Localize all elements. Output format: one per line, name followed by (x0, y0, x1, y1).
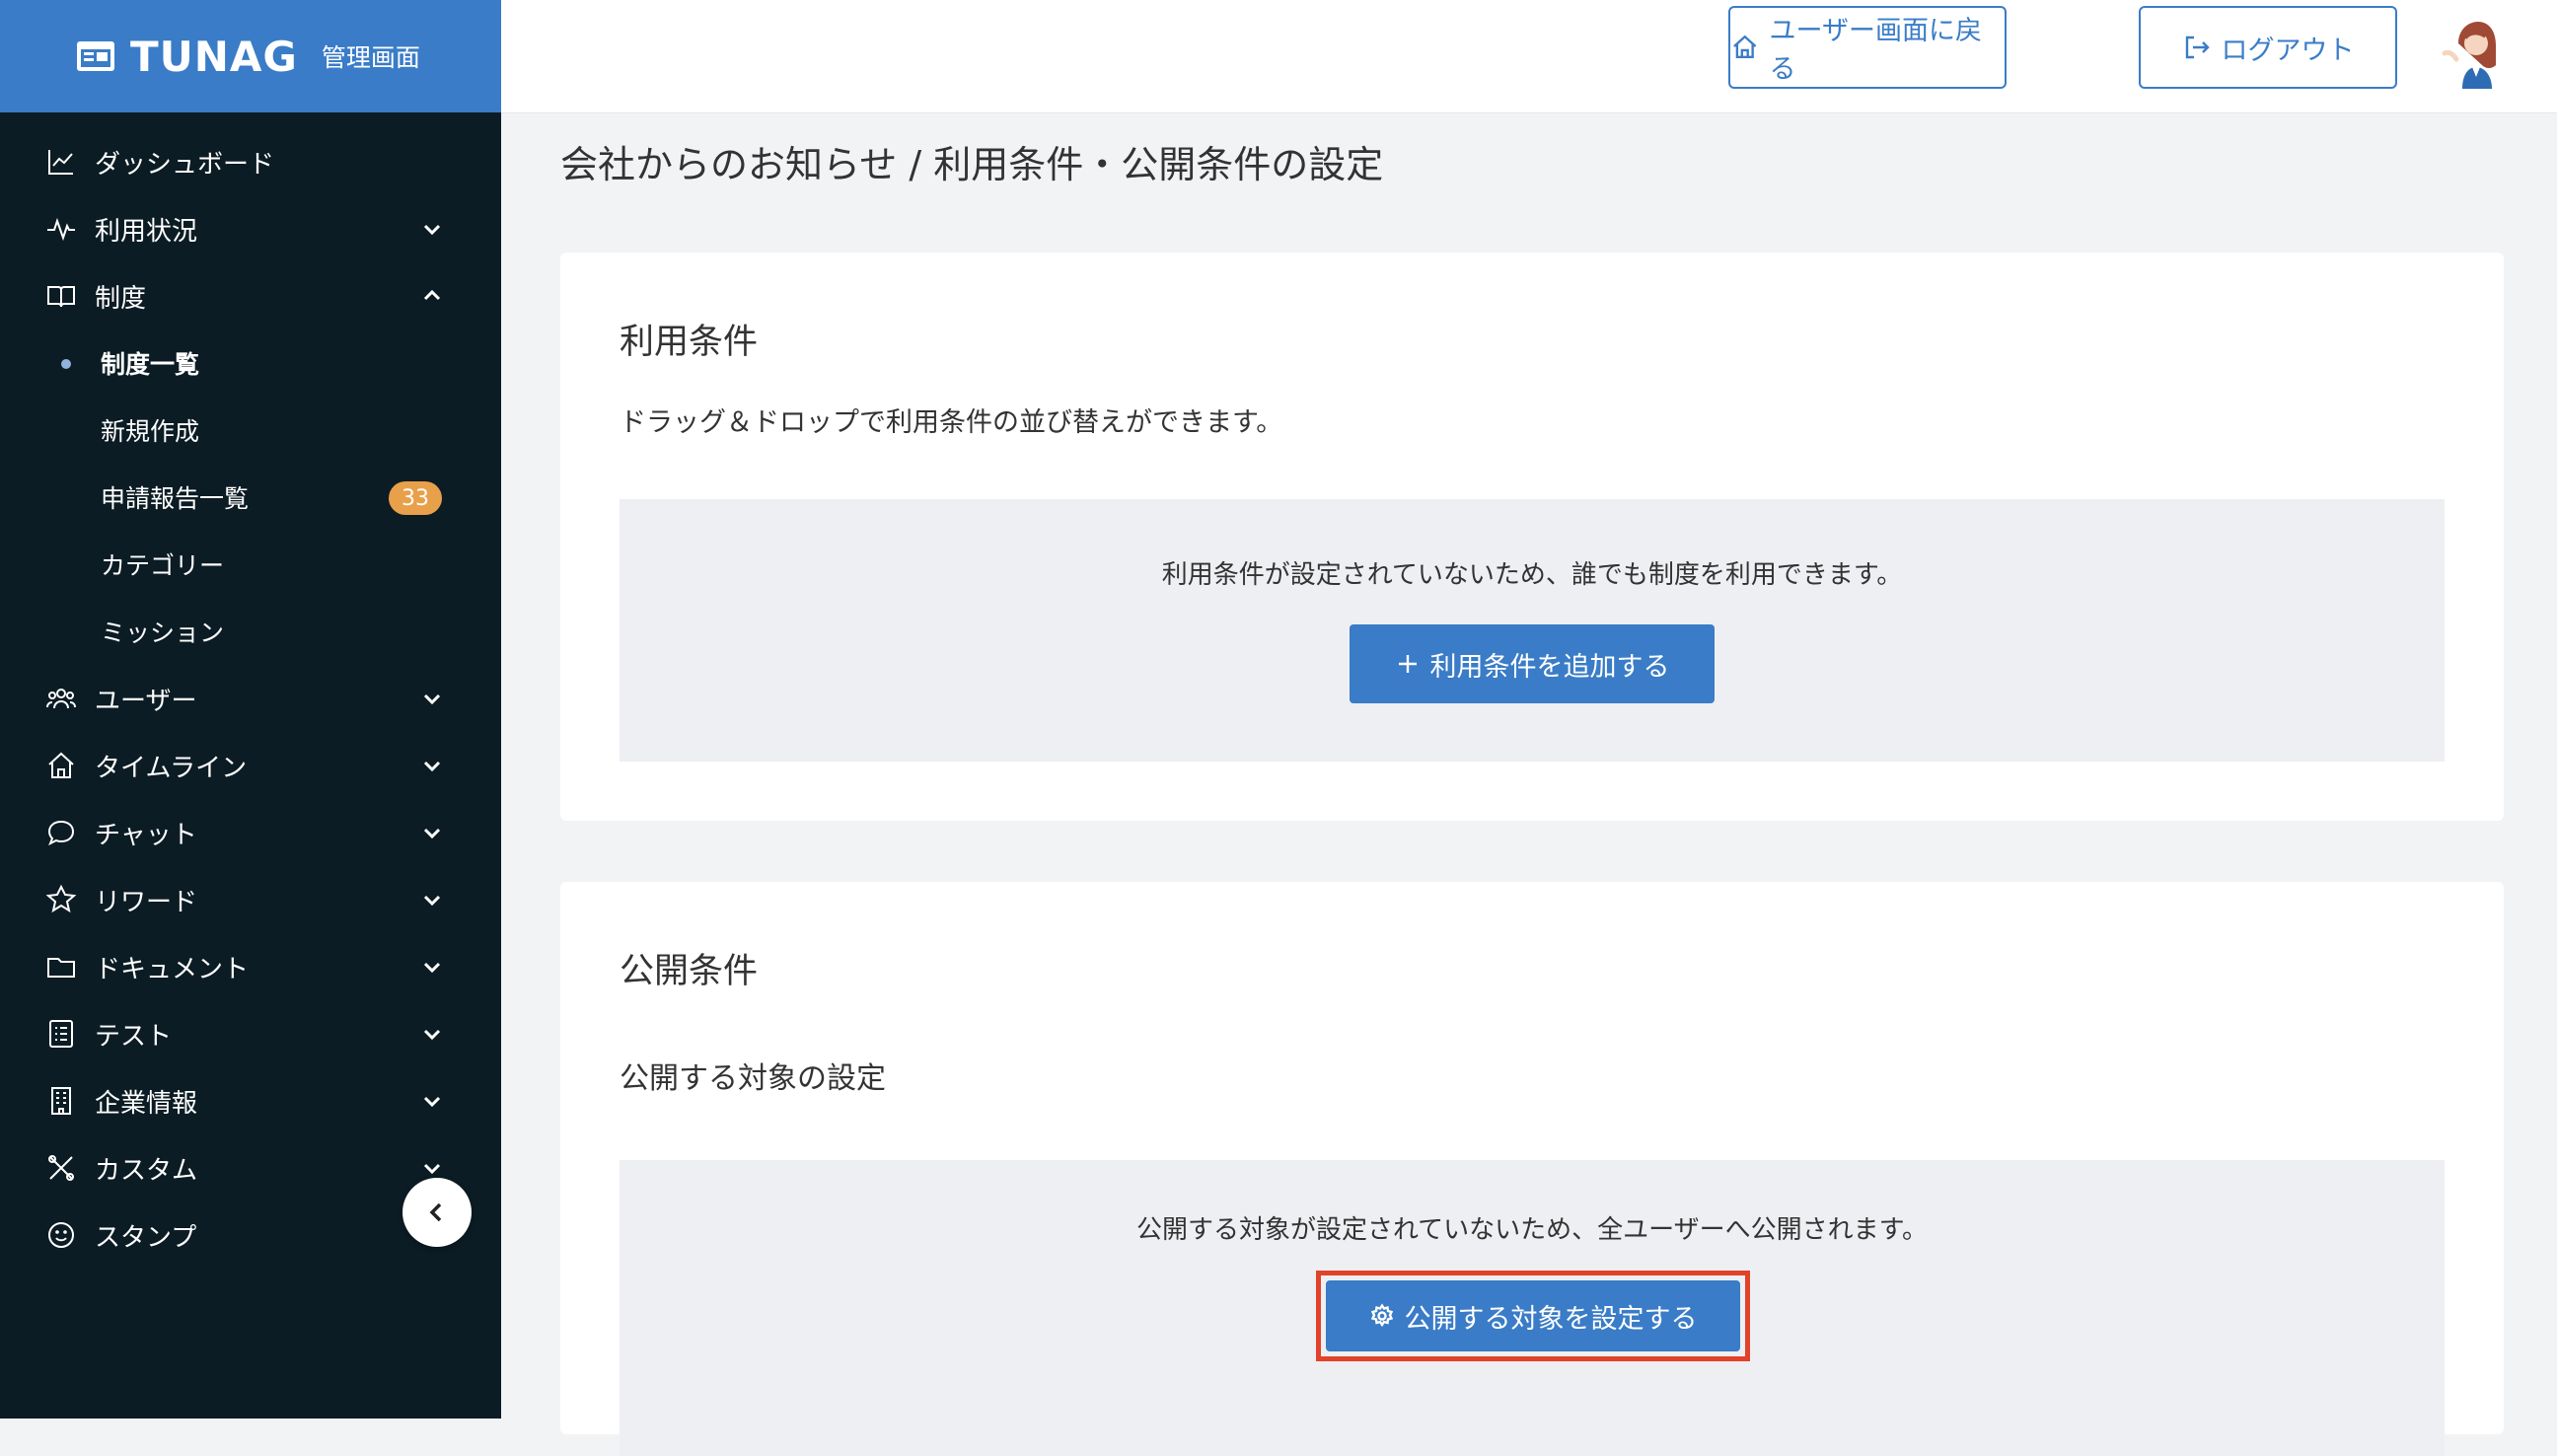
tools-icon (43, 1150, 79, 1186)
brand-name: TUNAG (130, 32, 298, 81)
add-usage-condition-label: 利用条件を追加する (1429, 651, 1670, 683)
back-to-user-screen-label: ユーザー画面に戻る (1769, 16, 1982, 85)
chevron-down-icon (420, 217, 444, 241)
publication-conditions-title: 公開条件 (620, 952, 759, 991)
page-title: 会社からのお知らせ / 利用条件・公開条件の設定 (560, 143, 1384, 186)
chevron-down-icon (420, 888, 444, 911)
building-icon (43, 1083, 79, 1119)
sidebar-item-label: スタンプ (95, 1222, 197, 1253)
sidebar-item-reward[interactable]: リワード (0, 866, 501, 933)
usage-conditions-description: ドラッグ＆ドロップで利用条件の並び替えができます。 (620, 407, 1283, 438)
sidebar-nav: ダッシュボード 利用状況 制度 制度一覧 新規作成 申請報告一覧 33 カテゴリ… (0, 128, 501, 1269)
home-icon (43, 748, 79, 783)
brand-subtitle: 管理画面 (321, 43, 420, 72)
active-dot-icon (61, 359, 71, 369)
sidebar-item-label: 制度 (95, 283, 147, 314)
sidebar-item-label: テスト (95, 1021, 173, 1052)
sidebar-subitem-system-list[interactable]: 制度一覧 (0, 329, 501, 397)
top-bar: ユーザー画面に戻る ログアウト (501, 0, 2557, 113)
set-publication-target-button[interactable]: 公開する対象を設定する (1326, 1280, 1740, 1351)
sidebar-item-company[interactable]: 企業情報 (0, 1067, 501, 1134)
sidebar-subitem-label: 制度一覧 (101, 350, 200, 379)
sidebar-subitem-new[interactable]: 新規作成 (0, 397, 501, 464)
checklist-icon (43, 1016, 79, 1052)
chevron-down-icon (420, 1156, 444, 1180)
sidebar-item-label: チャット (95, 820, 197, 850)
sidebar-subitem-label: 新規作成 (101, 417, 200, 446)
plus-icon (1398, 655, 1417, 673)
chevron-down-icon (420, 821, 444, 844)
logout-button[interactable]: ログアウト (2139, 6, 2397, 89)
publication-target-empty-box: 公開する対象が設定されていないため、全ユーザーへ公開されます。 公開する対象を設… (620, 1160, 2445, 1456)
sidebar-item-label: タイムライン (95, 753, 248, 783)
sidebar-item-label: カスタム (95, 1155, 198, 1186)
chevron-down-icon (420, 1089, 444, 1113)
gear-icon (1370, 1303, 1393, 1328)
usage-conditions-card: 利用条件 ドラッグ＆ドロップで利用条件の並び替えができます。 利用条件が設定され… (560, 253, 2504, 821)
avatar[interactable] (2437, 14, 2512, 89)
count-badge: 33 (389, 481, 442, 515)
sidebar-subitem-category[interactable]: カテゴリー (0, 531, 501, 598)
sidebar-item-chat[interactable]: チャット (0, 799, 501, 866)
logout-label: ログアウト (2221, 35, 2355, 66)
chevron-down-icon (420, 687, 444, 710)
book-icon (43, 278, 79, 314)
sidebar-subitem-applications[interactable]: 申請報告一覧 33 (0, 464, 501, 531)
sidebar-subitem-label: カテゴリー (101, 551, 225, 580)
home-icon (1733, 35, 1757, 59)
sidebar-item-usage[interactable]: 利用状況 (0, 195, 501, 262)
sidebar-item-document[interactable]: ドキュメント (0, 933, 501, 1000)
chart-line-icon (43, 144, 79, 180)
sidebar-subitem-label: ミッション (101, 619, 225, 647)
chevron-down-icon (420, 955, 444, 979)
chevron-down-icon (420, 754, 444, 777)
sidebar-item-label: 企業情報 (95, 1088, 198, 1119)
sidebar-collapse-button[interactable] (402, 1178, 472, 1247)
publication-conditions-card: 公開条件 公開する対象の設定 公開する対象が設定されていないため、全ユーザーへ公… (560, 882, 2504, 1456)
usage-conditions-empty-message: 利用条件が設定されていないため、誰でも制度を利用できます。 (1161, 560, 1903, 590)
sidebar-item-test[interactable]: テスト (0, 1000, 501, 1067)
usage-conditions-title: 利用条件 (620, 323, 759, 362)
chevron-down-icon (420, 1022, 444, 1046)
sidebar-item-timeline[interactable]: タイムライン (0, 732, 501, 799)
star-icon (43, 882, 79, 917)
sidebar-subitem-label: 申請報告一覧 (101, 484, 250, 513)
logout-icon (2185, 36, 2210, 59)
chevron-left-icon (429, 1202, 442, 1222)
sidebar-item-label: ユーザー (95, 686, 197, 716)
sidebar-item-label: ドキュメント (95, 954, 250, 984)
sidebar-item-label: ダッシュボード (95, 149, 275, 180)
set-publication-target-label: 公開する対象を設定する (1404, 1303, 1698, 1335)
sidebar-item-label: 利用状況 (95, 216, 198, 247)
smile-icon (43, 1217, 79, 1253)
sidebar-subitem-mission[interactable]: ミッション (0, 598, 501, 665)
chat-bubble-icon (43, 815, 79, 850)
publication-target-subtitle: 公開する対象の設定 (620, 1061, 886, 1096)
activity-icon (43, 211, 79, 247)
chevron-up-icon (420, 284, 444, 308)
usage-conditions-empty-box: 利用条件が設定されていないため、誰でも制度を利用できます。 利用条件を追加する (620, 499, 2445, 762)
add-usage-condition-button[interactable]: 利用条件を追加する (1350, 624, 1715, 703)
sidebar: TUNAG 管理画面 ダッシュボード 利用状況 制度 制度一覧 新規作成 申請報… (0, 0, 501, 1419)
users-icon (43, 681, 79, 716)
sidebar-item-users[interactable]: ユーザー (0, 665, 501, 732)
sidebar-item-label: リワード (95, 887, 198, 917)
back-to-user-screen-button[interactable]: ユーザー画面に戻る (1728, 6, 2007, 89)
brand-header[interactable]: TUNAG 管理画面 (0, 0, 501, 112)
tunag-logo-icon (75, 36, 116, 77)
sidebar-item-system[interactable]: 制度 (0, 262, 501, 329)
publication-target-empty-message: 公開する対象が設定されていないため、全ユーザーへ公開されます。 (1135, 1215, 1929, 1245)
folder-icon (43, 949, 79, 984)
sidebar-item-dashboard[interactable]: ダッシュボード (0, 128, 501, 195)
